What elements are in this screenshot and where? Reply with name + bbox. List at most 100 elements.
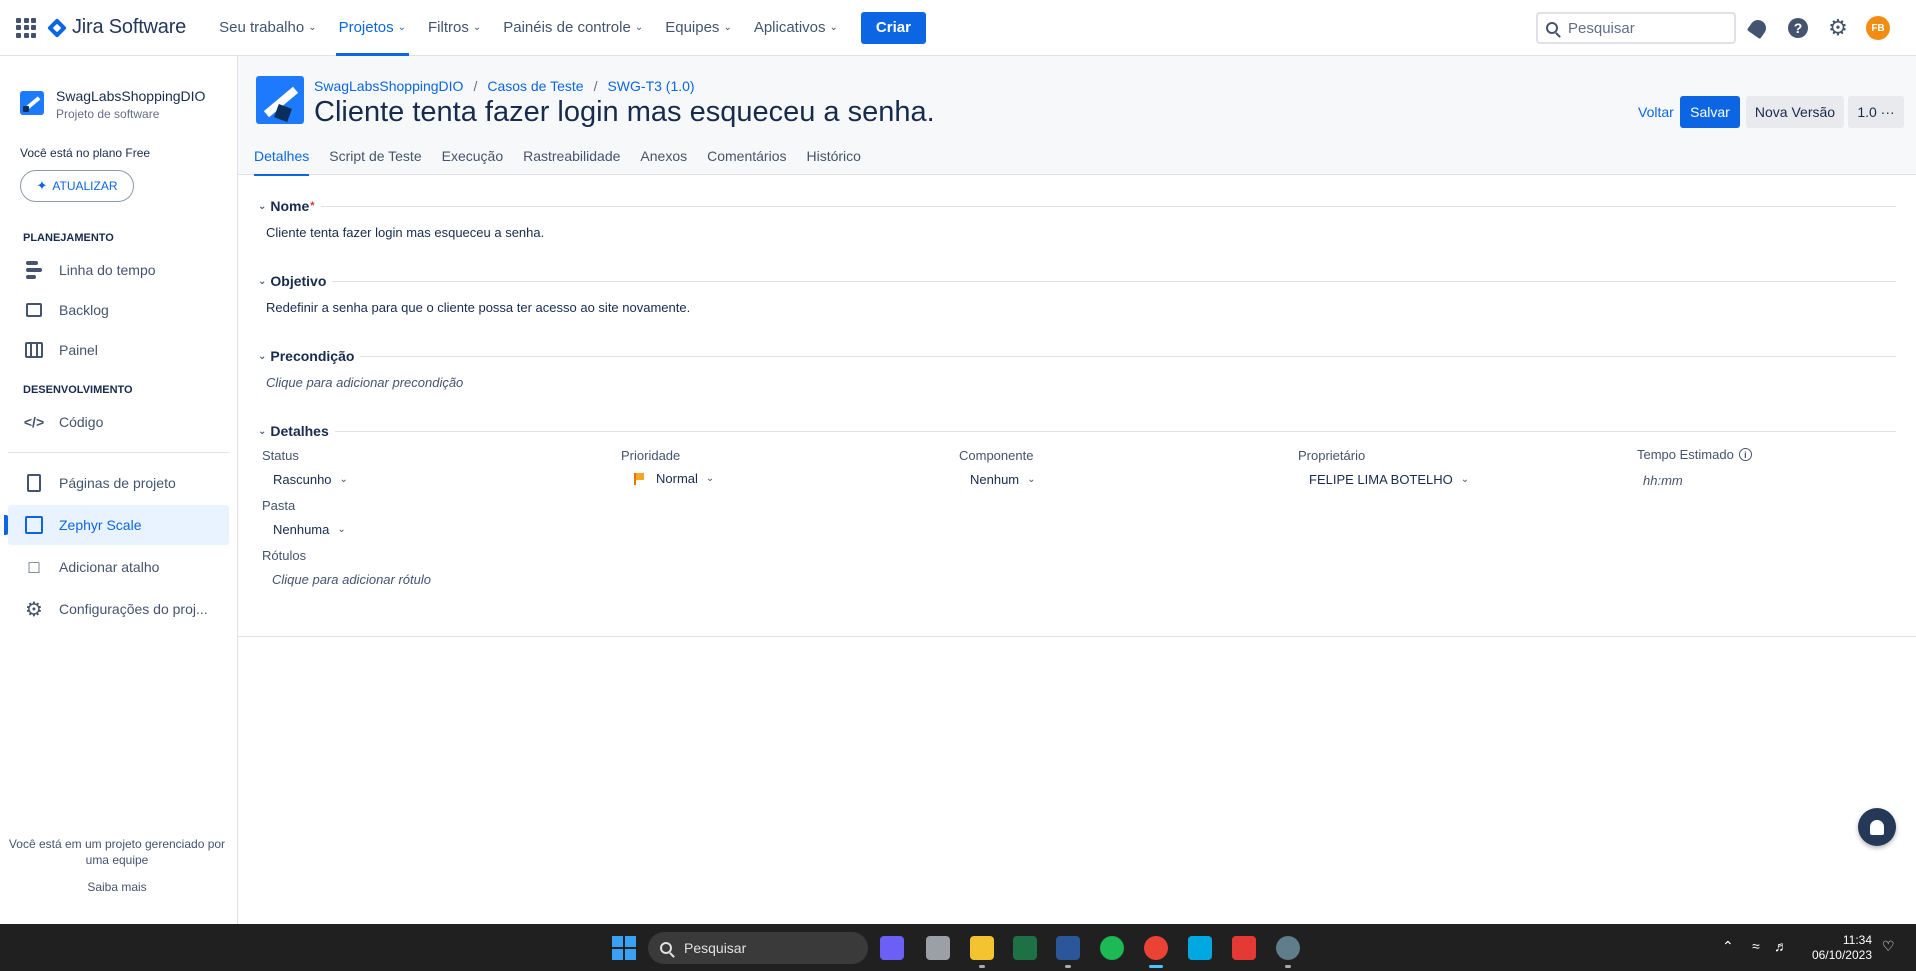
tab-execucao[interactable]: Execução <box>442 144 503 175</box>
plan-text: Você está no plano Free <box>20 146 151 160</box>
precondition-section: ⌄ Precondição Clique para adicionar prec… <box>258 348 1896 390</box>
chevron-down-icon: ⌄ <box>723 22 732 33</box>
settings-app-icon[interactable] <box>1276 936 1300 968</box>
name-value[interactable]: Cliente tenta fazer login mas esqueceu a… <box>266 225 1896 240</box>
tab-historico[interactable]: Histórico <box>806 144 860 175</box>
jira-logo[interactable]: Jira Software <box>47 16 186 39</box>
tab-bar: Detalhes Script de Teste Execução Rastre… <box>254 144 881 176</box>
file-explorer-icon[interactable] <box>970 936 994 968</box>
details-section-header[interactable]: ⌄ Detalhes <box>258 423 1896 439</box>
priority-label: Prioridade <box>621 448 681 463</box>
new-version-button[interactable]: Nova Versão <box>1746 96 1844 128</box>
breadcrumb-test-cases[interactable]: Casos de Teste <box>487 78 583 94</box>
component-select[interactable]: Nenhum ⌄ <box>970 472 1036 487</box>
project-avatar-icon <box>20 91 44 115</box>
sidebar-item-zephyr-scale[interactable]: Zephyr Scale <box>4 505 229 545</box>
search-input[interactable]: Pesquisar <box>1536 12 1736 44</box>
objective-section-header[interactable]: ⌄ Objetivo <box>258 273 1896 289</box>
sidebar-item-board[interactable]: Painel <box>8 330 229 370</box>
estimate-input[interactable]: hh:mm <box>1643 473 1683 488</box>
chevron-down-icon: ⌄ <box>1460 474 1470 485</box>
sparkle-icon: ✦ <box>36 178 48 193</box>
required-marker: * <box>310 200 315 212</box>
learn-more-link[interactable]: Saiba mais <box>0 880 234 894</box>
objective-section: ⌄ Objetivo Redefinir a senha para que o … <box>258 273 1896 315</box>
tab-script[interactable]: Script de Teste <box>329 144 421 175</box>
nav-filtros[interactable]: Filtros ⌄ <box>417 0 492 56</box>
sidebar-item-project-settings[interactable]: ⚙ Configurações do proj... <box>8 589 229 629</box>
details-panel: ⌄ Nome * Cliente tenta fazer login mas es… <box>238 175 1916 637</box>
search-icon <box>660 942 672 954</box>
estimate-label: Tempo Estimado i <box>1637 447 1752 462</box>
objective-value[interactable]: Redefinir a senha para que o cliente pos… <box>266 300 1896 315</box>
precondition-placeholder[interactable]: Clique para adicionar precondição <box>266 375 1896 390</box>
notifications-button[interactable] <box>1746 16 1770 40</box>
nav-projetos[interactable]: Projetos ⌄ <box>328 0 417 56</box>
profile-button[interactable]: FB <box>1866 16 1890 40</box>
upgrade-button[interactable]: ✦ ATUALIZAR <box>20 170 134 202</box>
tray-chevron-up-icon[interactable]: ⌃ <box>1722 938 1734 955</box>
notification-fab-button[interactable] <box>1858 808 1896 846</box>
nav-aplicativos[interactable]: Aplicativos ⌄ <box>743 0 849 56</box>
tab-anexos[interactable]: Anexos <box>640 144 687 175</box>
breadcrumb-project[interactable]: SwagLabsShoppingDIO <box>314 78 463 94</box>
chevron-down-icon: ⌄ <box>258 275 267 287</box>
zephyr-icon <box>24 515 44 535</box>
search-placeholder: Pesquisar <box>1568 19 1635 37</box>
copilot-app-icon[interactable] <box>880 936 904 960</box>
breadcrumb-test-key[interactable]: SWG-T3 (1.0) <box>607 78 694 94</box>
priority-select[interactable]: Normal ⌄ <box>634 471 714 486</box>
task-view-icon[interactable] <box>926 936 950 960</box>
jira-diamond-icon <box>47 17 67 38</box>
save-button[interactable]: Salvar <box>1680 96 1740 128</box>
folder-select[interactable]: Nenhuma ⌄ <box>273 522 346 537</box>
planning-section-title: PLANEJAMENTO <box>23 232 114 244</box>
taskbar-search[interactable]: Pesquisar <box>648 932 868 964</box>
prime-video-icon[interactable] <box>1188 936 1212 960</box>
page-icon <box>24 473 44 493</box>
word-icon[interactable] <box>1056 936 1080 968</box>
wifi-icon[interactable]: ≈ <box>1752 938 1760 954</box>
sidebar-item-code[interactable]: </> Código <box>8 402 229 442</box>
app-switcher-icon[interactable] <box>16 17 36 38</box>
settings-button[interactable]: ⚙ <box>1826 16 1850 40</box>
create-button[interactable]: Criar <box>860 11 926 44</box>
tab-comentarios[interactable]: Comentários <box>707 144 786 175</box>
component-label: Componente <box>959 448 1034 463</box>
back-button[interactable]: Voltar <box>1638 104 1674 120</box>
project-header[interactable]: SwagLabsShoppingDIO Projeto de software <box>0 56 237 121</box>
add-shortcut-icon: □ <box>28 556 40 577</box>
labels-input[interactable]: Clique para adicionar rótulo <box>272 572 431 587</box>
sidebar-item-backlog[interactable]: Backlog <box>8 290 229 330</box>
sidebar-item-project-pages[interactable]: Páginas de projeto <box>8 463 229 503</box>
bell-icon <box>1870 819 1884 835</box>
windows-start-icon[interactable] <box>612 936 636 960</box>
excel-icon[interactable] <box>1013 936 1037 960</box>
priority-flag-icon <box>634 472 644 485</box>
tab-rastreabilidade[interactable]: Rastreabilidade <box>523 144 620 175</box>
owner-select[interactable]: FELIPE LIMA BOTELHO ⌄ <box>1309 472 1469 487</box>
chrome-icon[interactable] <box>1144 936 1168 968</box>
app-icon[interactable] <box>1232 936 1256 960</box>
sidebar-item-add-shortcut[interactable]: □ Adicionar atalho <box>8 547 229 587</box>
spotify-icon[interactable] <box>1100 936 1124 960</box>
nav-equipes[interactable]: Equipes ⌄ <box>654 0 743 56</box>
help-button[interactable]: ? <box>1786 16 1810 40</box>
name-section-header[interactable]: ⌄ Nome * <box>258 198 1896 214</box>
precondition-section-header[interactable]: ⌄ Precondição <box>258 348 1896 364</box>
info-icon[interactable]: i <box>1738 448 1752 461</box>
nav-paineis[interactable]: Painéis de controle ⌄ <box>492 0 654 56</box>
sidebar-item-timeline[interactable]: Linha do tempo <box>8 250 229 290</box>
version-menu-button[interactable]: 1.0 ··· <box>1848 96 1904 128</box>
development-section-title: DESENVOLVIMENTO <box>23 384 133 396</box>
timeline-icon <box>24 260 44 280</box>
chevron-down-icon: ⌄ <box>339 474 348 485</box>
nav-seu-trabalho[interactable]: Seu trabalho ⌄ <box>208 0 327 56</box>
sidebar-divider <box>8 452 229 453</box>
tab-detalhes[interactable]: Detalhes <box>254 144 310 176</box>
chevron-down-icon: ⌄ <box>829 22 838 33</box>
notification-center-icon[interactable]: ♡ <box>1882 938 1895 955</box>
status-select[interactable]: Rascunho ⌄ <box>273 472 348 487</box>
taskbar-clock[interactable]: 11:34 06/10/2023 <box>1782 933 1872 963</box>
team-managed-note: Você está em um projeto gerenciado por u… <box>8 837 226 867</box>
